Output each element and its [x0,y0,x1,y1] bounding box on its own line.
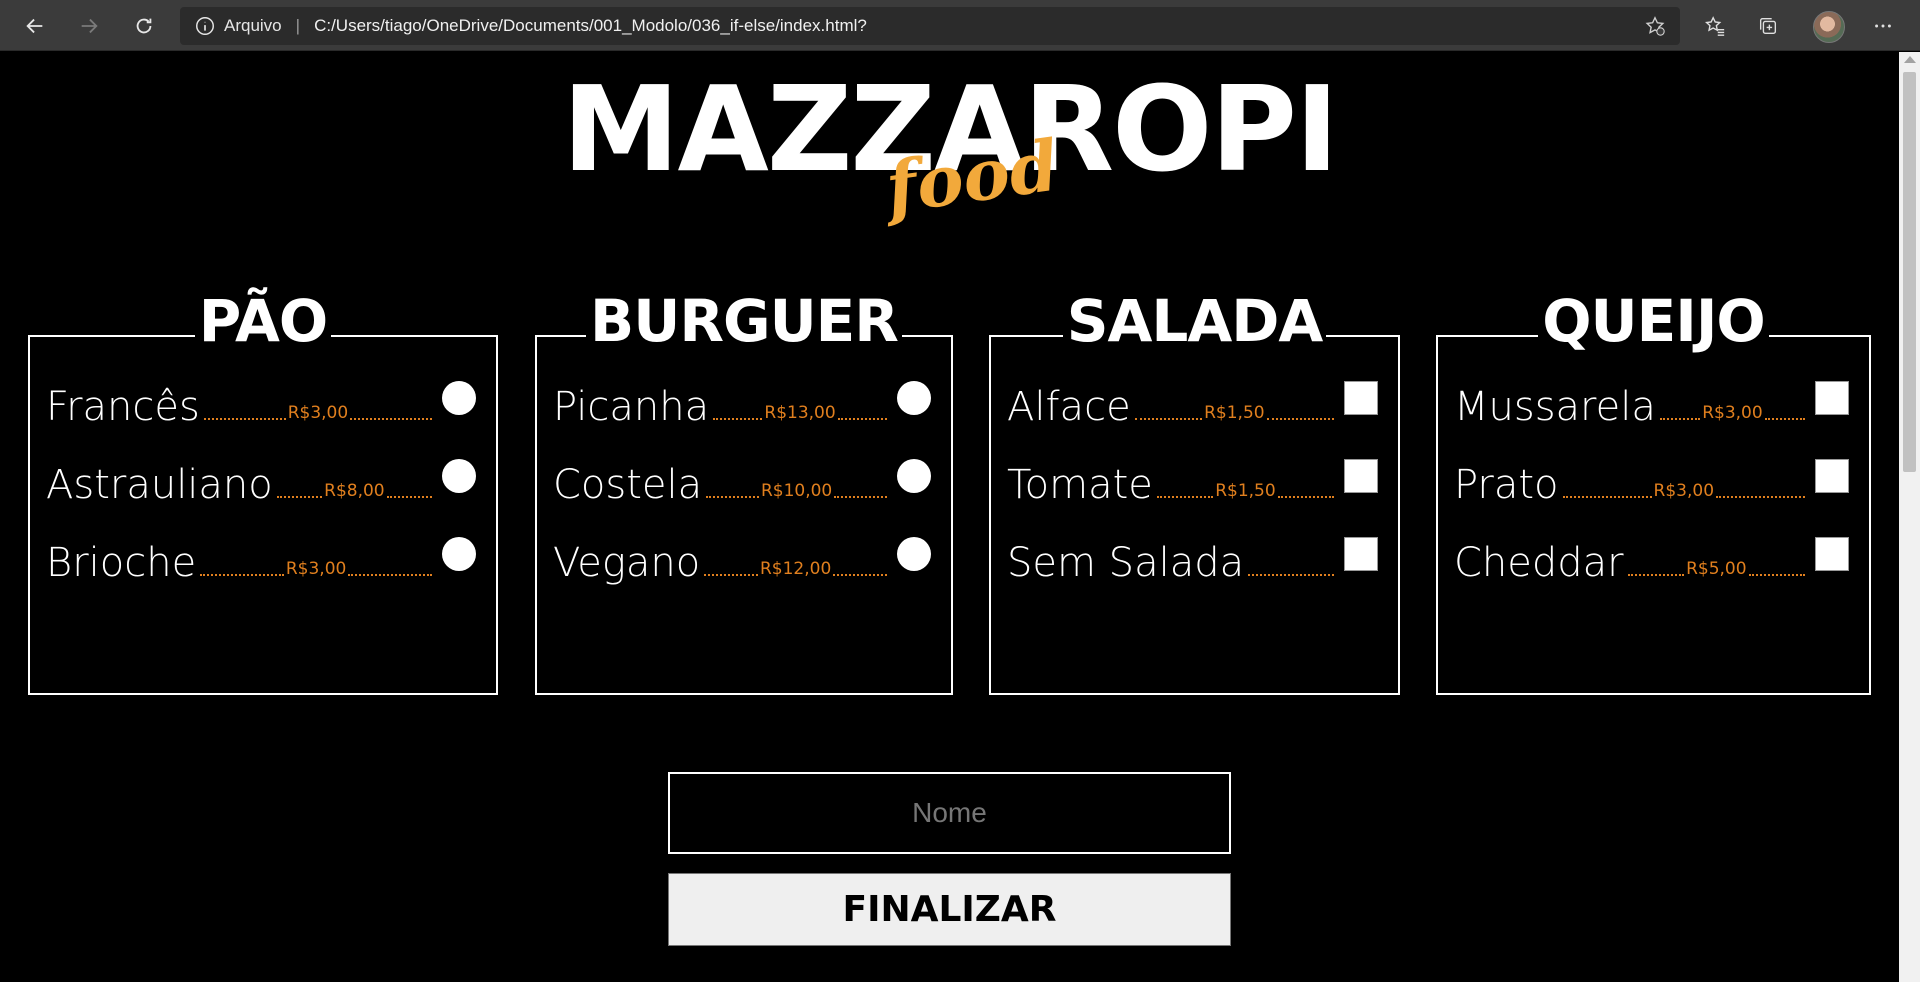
item-name: Picanha [553,384,710,430]
site-info-label: Arquivo [224,16,282,35]
price-leader: R$13,00 [713,403,887,423]
back-button[interactable] [16,7,54,45]
item-price: R$3,00 [1653,481,1715,501]
address-separator: | [295,16,301,35]
price-leader: R$3,00 [200,559,432,579]
option-burguer-costela[interactable]: Costela R$10,00 [553,455,931,505]
section-title-queijo: QUEIJO [1538,287,1769,355]
favorites-button[interactable] [1696,7,1734,45]
item-price: R$5,00 [1686,559,1747,579]
item-price: R$13,00 [764,403,836,423]
info-icon[interactable] [194,15,216,37]
option-pao-astrauliano[interactable]: Astrauliano R$8,00 [46,455,476,505]
radio-button[interactable] [442,381,476,415]
option-queijo-mussarela[interactable]: Mussarela R$3,00 [1454,377,1849,427]
collections-button[interactable] [1749,7,1787,45]
back-arrow-icon [26,18,43,34]
favorites-icon [1705,16,1725,36]
option-pao-brioche[interactable]: Brioche R$3,00 [46,533,476,583]
price-leader: R$10,00 [706,481,887,501]
price-leader: R$3,00 [203,403,432,423]
item-price: R$3,00 [287,403,349,423]
item-price: R$3,00 [285,559,347,579]
price-leader: R$1,50 [1134,403,1334,423]
item-name: Astrauliano [46,462,273,508]
checkbox[interactable] [1344,381,1378,415]
option-burguer-vegano[interactable]: Vegano R$12,00 [553,533,931,583]
item-name: Brioche [46,540,197,586]
address-bar[interactable]: Arquivo | C:/Users/tiago/OneDrive/Docume… [180,7,1680,45]
item-price: R$8,00 [324,481,385,501]
price-leader: R$3,00 [1562,481,1805,501]
section-title-salada: SALADA [1062,287,1327,355]
collections-icon [1759,17,1777,35]
radio-button[interactable] [442,537,476,571]
radio-button[interactable] [897,537,931,571]
refresh-button[interactable] [125,7,163,45]
name-input[interactable] [668,772,1231,854]
refresh-icon [136,18,152,34]
option-burguer-picanha[interactable]: Picanha R$13,00 [553,377,931,427]
option-salada-sem-salada[interactable]: Sem Salada [1007,533,1378,583]
option-queijo-prato[interactable]: Prato R$3,00 [1454,455,1849,505]
radio-button[interactable] [442,459,476,493]
scroll-up-arrow-icon[interactable] [1904,56,1916,63]
checkbox[interactable] [1815,459,1849,493]
checkbox[interactable] [1344,459,1378,493]
logo-subtitle: food [880,123,1064,230]
item-name: Mussarela [1454,384,1656,430]
item-name: Sem Salada [1007,540,1245,586]
section-title-burguer: BURGUER [586,287,902,355]
price-leader [1248,574,1334,579]
price-leader: R$3,00 [1659,403,1805,423]
item-name: Prato [1454,462,1559,508]
item-name: Tomate [1007,462,1153,508]
price-leader: R$1,50 [1156,481,1334,501]
item-name: Francês [46,384,200,430]
radio-button[interactable] [897,381,931,415]
more-options-icon [1875,24,1891,28]
item-name: Cheddar [1454,540,1624,586]
item-price: R$1,50 [1204,403,1265,423]
item-price: R$12,00 [759,559,832,579]
section-pao: PÃO Francês R$3,00 Astrauliano R$8,00 Br… [28,287,498,695]
option-pao-frances[interactable]: Francês R$3,00 [46,377,476,427]
profile-avatar[interactable] [1813,11,1845,43]
forward-button[interactable] [70,7,108,45]
url-text[interactable]: C:/Users/tiago/OneDrive/Documents/001_Mo… [314,16,867,36]
price-leader: R$8,00 [276,481,432,501]
item-name: Costela [553,462,703,508]
radio-button[interactable] [897,459,931,493]
item-price: R$10,00 [760,481,833,501]
item-name: Vegano [553,540,701,586]
item-price: R$1,50 [1215,481,1276,501]
forward-arrow-icon [81,18,98,34]
settings-menu-button[interactable] [1864,7,1902,45]
item-name: Alface [1007,384,1131,430]
option-salada-tomate[interactable]: Tomate R$1,50 [1007,455,1378,505]
price-leader: R$5,00 [1627,559,1805,579]
checkbox[interactable] [1815,537,1849,571]
section-burguer: BURGUER Picanha R$13,00 Costela R$10,00 … [535,287,953,695]
add-favorite-icon[interactable] [1644,15,1666,37]
price-leader: R$12,00 [704,559,887,579]
item-price: R$3,00 [1702,403,1763,423]
scrollbar-thumb[interactable] [1903,72,1916,472]
finalize-button[interactable]: FINALIZAR [668,873,1231,946]
section-queijo: QUEIJO Mussarela R$3,00 Prato R$3,00 Che… [1436,287,1871,695]
section-title-pao: PÃO [194,287,332,355]
section-salada: SALADA Alface R$1,50 Tomate R$1,50 Sem S… [989,287,1400,695]
browser-toolbar: Arquivo | C:/Users/tiago/OneDrive/Docume… [0,0,1920,51]
checkbox[interactable] [1815,381,1849,415]
option-queijo-cheddar[interactable]: Cheddar R$5,00 [1454,533,1849,583]
option-salada-alface[interactable]: Alface R$1,50 [1007,377,1378,427]
checkbox[interactable] [1344,537,1378,571]
